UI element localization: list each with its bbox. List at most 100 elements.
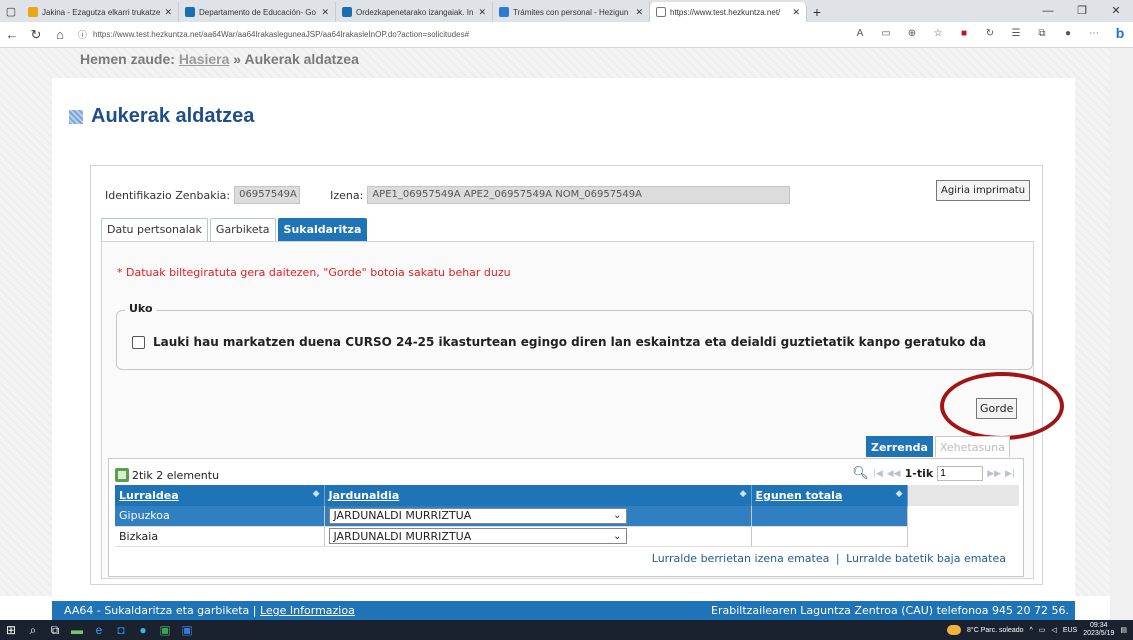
tab-actions-icon[interactable]: ▢ — [0, 0, 22, 22]
refresh-icon[interactable]: ↻ — [24, 27, 48, 43]
breadcrumb-current: Aukerak aldatzea — [244, 51, 359, 67]
profile-icon[interactable]: ● — [1061, 28, 1075, 39]
renounce-checkbox-row[interactable]: Lauki hau markatzen duena CURSO 24-25 ik… — [132, 335, 986, 349]
read-aloud-icon[interactable]: A — [853, 28, 867, 39]
prev-page-icon[interactable]: ◀◀ — [887, 469, 901, 479]
cell-egunak — [751, 506, 908, 527]
cell-filler — [907, 506, 1019, 526]
notifications-icon[interactable]: ▤ — [1120, 626, 1127, 634]
teams-icon[interactable]: ● — [132, 620, 154, 640]
tab-datu-pertsonalak[interactable]: Datu pertsonalak — [101, 218, 208, 242]
volume-icon[interactable]: ◁ — [1051, 626, 1056, 634]
cell-lurraldea: Bizkaia — [115, 526, 325, 547]
home-icon[interactable]: ⌂ — [48, 27, 72, 42]
link-separator: | — [835, 552, 840, 565]
last-page-icon[interactable]: ▶| — [1005, 469, 1015, 479]
tab-sukaldaritza[interactable]: Sukaldaritza — [277, 218, 368, 242]
language-indicator[interactable]: EUS — [1063, 627, 1077, 634]
search-icon[interactable]: 🔍︎ — [852, 466, 869, 481]
excel-export-icon[interactable] — [115, 468, 129, 482]
immersive-reader-icon[interactable]: ▭ — [879, 28, 893, 39]
more-icon[interactable]: ⋯ — [1087, 28, 1101, 39]
tab-favicon-icon — [499, 7, 509, 17]
chevron-down-icon: ⌄ — [613, 510, 622, 522]
tab-content: * Datuak biltegiratuta gera daitezen, "G… — [101, 241, 1064, 579]
first-page-icon[interactable]: |◀ — [873, 469, 883, 479]
sort-icon[interactable]: ◆ — [740, 489, 747, 499]
renounce-checkbox-label[interactable]: Lauki hau markatzen duena CURSO 24-25 ik… — [153, 335, 986, 349]
address-bar: ← ↻ ⌂ ⓘ https://www.test.hezkuntza.net/a… — [0, 22, 1133, 48]
pager-label: 1-tik — [904, 467, 934, 480]
save-button[interactable]: Gorde — [976, 398, 1018, 419]
weather-text[interactable]: 8°C Parc. soleado — [967, 627, 1024, 634]
clock[interactable]: 09:34 2023/5/19 — [1083, 622, 1114, 638]
browser-tab-1[interactable]: Jakina - Ezagutza elkarri trukatze ✕ — [22, 2, 179, 22]
tab-zerrenda[interactable]: Zerrenda — [866, 436, 933, 457]
unregister-territory-link[interactable]: Lurralde batetik baja ematea — [846, 552, 1006, 565]
sort-icon[interactable]: ◆ — [896, 489, 903, 499]
tab-favicon-icon — [656, 7, 666, 17]
restore-icon[interactable]: ❐ — [1065, 0, 1099, 22]
task-view-icon[interactable]: ⧉ — [44, 620, 66, 640]
favorites-icon[interactable]: ☰ — [1009, 28, 1023, 39]
edge-icon[interactable]: e — [88, 620, 110, 640]
minimize-icon[interactable]: — — [1031, 0, 1065, 22]
tab-close-icon[interactable]: ✕ — [321, 7, 329, 18]
browser-tab-5[interactable]: https://www.test.hezkuntza.net/ ✕ — [650, 2, 807, 22]
grid-header: 2tik 2 elementu 🔍︎ |◀ ◀◀ 1-tik ▶▶ ▶| — [115, 466, 1019, 484]
renounce-checkbox[interactable] — [132, 335, 145, 349]
title-icon — [69, 109, 83, 124]
print-document-button[interactable]: Agiria imprimatu — [936, 180, 1031, 201]
favorite-star-icon[interactable]: ☆ — [931, 28, 945, 39]
tab-close-icon[interactable]: ✕ — [635, 7, 643, 18]
tab-close-icon[interactable]: ✕ — [792, 7, 800, 18]
browser-tab-3[interactable]: Ordezkapenetarako izangaiak. In ✕ — [336, 2, 493, 22]
network-icon[interactable]: ▭ — [1039, 626, 1046, 634]
collections-icon[interactable]: ⧉ — [1035, 28, 1049, 39]
column-header-lurraldea[interactable]: Lurraldea ◆ — [115, 485, 325, 506]
tab-close-icon[interactable]: ✕ — [478, 7, 486, 18]
tray-chevron-icon[interactable]: ^ — [1030, 627, 1033, 634]
table-row[interactable]: Bizkaia JARDUNALDI MURRIZTUA ⌄ — [115, 526, 1019, 547]
excel-icon[interactable]: ▣ — [154, 620, 176, 640]
word-icon[interactable]: ▣ — [176, 620, 198, 640]
column-header-egunen-totala[interactable]: Egunen totala ◆ — [751, 485, 908, 506]
fieldset-legend: Uko — [125, 302, 157, 315]
register-territory-link[interactable]: Lurralde berrietan izena ematea — [652, 552, 830, 565]
tab-title: Departamento de Educación- Go — [199, 7, 316, 17]
page-scrollbar[interactable] — [1110, 48, 1133, 620]
browser-tab-2[interactable]: Departamento de Educación- Go ✕ — [179, 2, 336, 22]
browser-tab-4[interactable]: Trámites con personal - Hezigun ✕ — [493, 2, 650, 22]
url-field[interactable]: ⓘ https://www.test.hezkuntza.net/aa64War… — [78, 25, 578, 45]
tab-garbiketa[interactable]: Garbiketa — [209, 218, 276, 242]
next-page-icon[interactable]: ▶▶ — [987, 469, 1001, 479]
page-title-text: Aukerak aldatzea — [91, 105, 255, 127]
outlook-icon[interactable]: ◘ — [110, 620, 132, 640]
page-number-input[interactable] — [937, 466, 984, 481]
tab-xehetasuna[interactable]: Xehetasuna — [934, 436, 1010, 457]
search-icon[interactable]: ⌕ — [22, 620, 44, 640]
tab-favicon-icon — [28, 7, 38, 17]
column-header-jardunaldia[interactable]: Jardunaldia ◆ — [324, 485, 752, 506]
breadcrumb-home-link[interactable]: Hasiera — [179, 51, 230, 67]
bing-icon[interactable]: b — [1113, 25, 1127, 41]
sort-icon[interactable]: ◆ — [313, 489, 320, 499]
zoom-icon[interactable]: ⊕ — [905, 28, 919, 39]
close-icon[interactable]: ✕ — [1099, 0, 1133, 22]
new-tab-button[interactable]: + — [807, 2, 827, 22]
table-row[interactable]: Gipuzkoa JARDUNALDI MURRIZTUA ⌄ — [115, 506, 1019, 527]
extension-icon[interactable]: ■ — [957, 28, 971, 39]
start-icon[interactable]: ⊞ — [0, 620, 22, 640]
refresh-extension-icon[interactable]: ↻ — [983, 28, 997, 39]
legal-info-link[interactable]: Lege Informazioa — [260, 604, 355, 617]
identity-row: Identifikazio Zenbakia: 06957549A Izena:… — [105, 186, 791, 204]
cell-egunak — [751, 526, 908, 547]
page-info-icon[interactable]: ⓘ — [78, 28, 87, 41]
back-icon[interactable]: ← — [0, 27, 24, 42]
jardunaldia-select[interactable]: JARDUNALDI MURRIZTUA ⌄ — [328, 528, 627, 544]
jardunaldia-select[interactable]: JARDUNALDI MURRIZTUA ⌄ — [328, 507, 627, 524]
store-icon[interactable]: ▬ — [66, 620, 88, 640]
weather-icon[interactable] — [947, 625, 961, 635]
grid-pager: 🔍︎ |◀ ◀◀ 1-tik ▶▶ ▶| — [852, 466, 1015, 481]
tab-close-icon[interactable]: ✕ — [164, 7, 172, 18]
